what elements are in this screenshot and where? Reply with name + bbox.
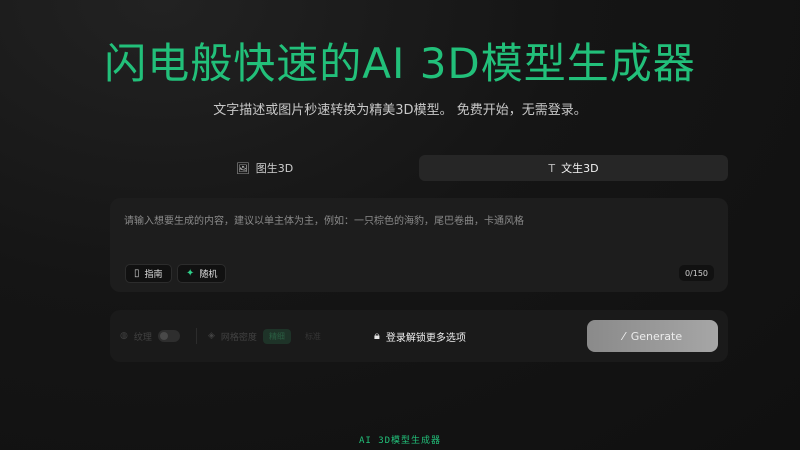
text-icon: T — [548, 161, 556, 175]
prompt-panel: ▯ 指南 ✦ 随机 0/150 — [110, 198, 728, 292]
tab-label: 文生3D — [561, 162, 599, 175]
random-label: 随机 — [199, 270, 218, 280]
palette-icon: ◍ — [120, 331, 128, 341]
login-unlock-link[interactable]: 🔒︎ 登录解锁更多选项 — [374, 310, 466, 362]
tab-text-to-3d[interactable]: T 文生3D — [419, 155, 728, 181]
generate-button[interactable]: ⁄ Generate — [587, 320, 718, 352]
guide-label: 指南 — [144, 270, 163, 280]
mesh-density-option: ◈ 网格密度 精细 标准 — [208, 310, 321, 362]
page-title: 闪电般快速的AI 3D模型生成器 — [104, 39, 696, 88]
guide-button[interactable]: ▯ 指南 — [125, 264, 172, 283]
texture-label: 纹理 — [133, 332, 152, 343]
magic-wand-icon: ⁄ — [622, 329, 625, 343]
prompt-input[interactable] — [124, 212, 714, 252]
book-icon: ▯ — [134, 268, 140, 279]
footer-title: AI 3D模型生成器 — [358, 436, 442, 446]
texture-toggle — [157, 330, 180, 342]
lock-icon: 🔒︎ — [374, 329, 380, 342]
options-bar: ◍ 纹理 ◈ 网格密度 精细 标准 🔒︎ 登录解锁更多选项 ⁄ Generate — [110, 310, 728, 362]
random-button[interactable]: ✦ 随机 — [177, 264, 227, 283]
char-counter: 0/150 — [678, 265, 714, 281]
texture-option: ◍ 纹理 — [120, 310, 180, 362]
divider — [196, 328, 197, 344]
sparkle-icon: ✦ — [186, 268, 195, 279]
quality-fine-pill: 精细 — [262, 328, 291, 344]
image-icon: 🖼 — [235, 161, 250, 175]
generate-label: Generate — [630, 329, 683, 343]
mesh-label: 网格密度 — [220, 332, 257, 343]
tab-image-to-3d[interactable]: 🖼 图生3D — [110, 155, 419, 181]
mode-tabs: 🖼 图生3D T 文生3D — [110, 155, 728, 181]
unlock-label: 登录解锁更多选项 — [385, 332, 466, 344]
layers-icon: ◈ — [208, 331, 215, 341]
tab-label: 图生3D — [255, 162, 294, 175]
page-subtitle: 文字描述或图片秒速转换为精美3D模型。 免费开始，无需登录。 — [213, 103, 587, 118]
quality-standard-pill: 标准 — [304, 331, 321, 341]
